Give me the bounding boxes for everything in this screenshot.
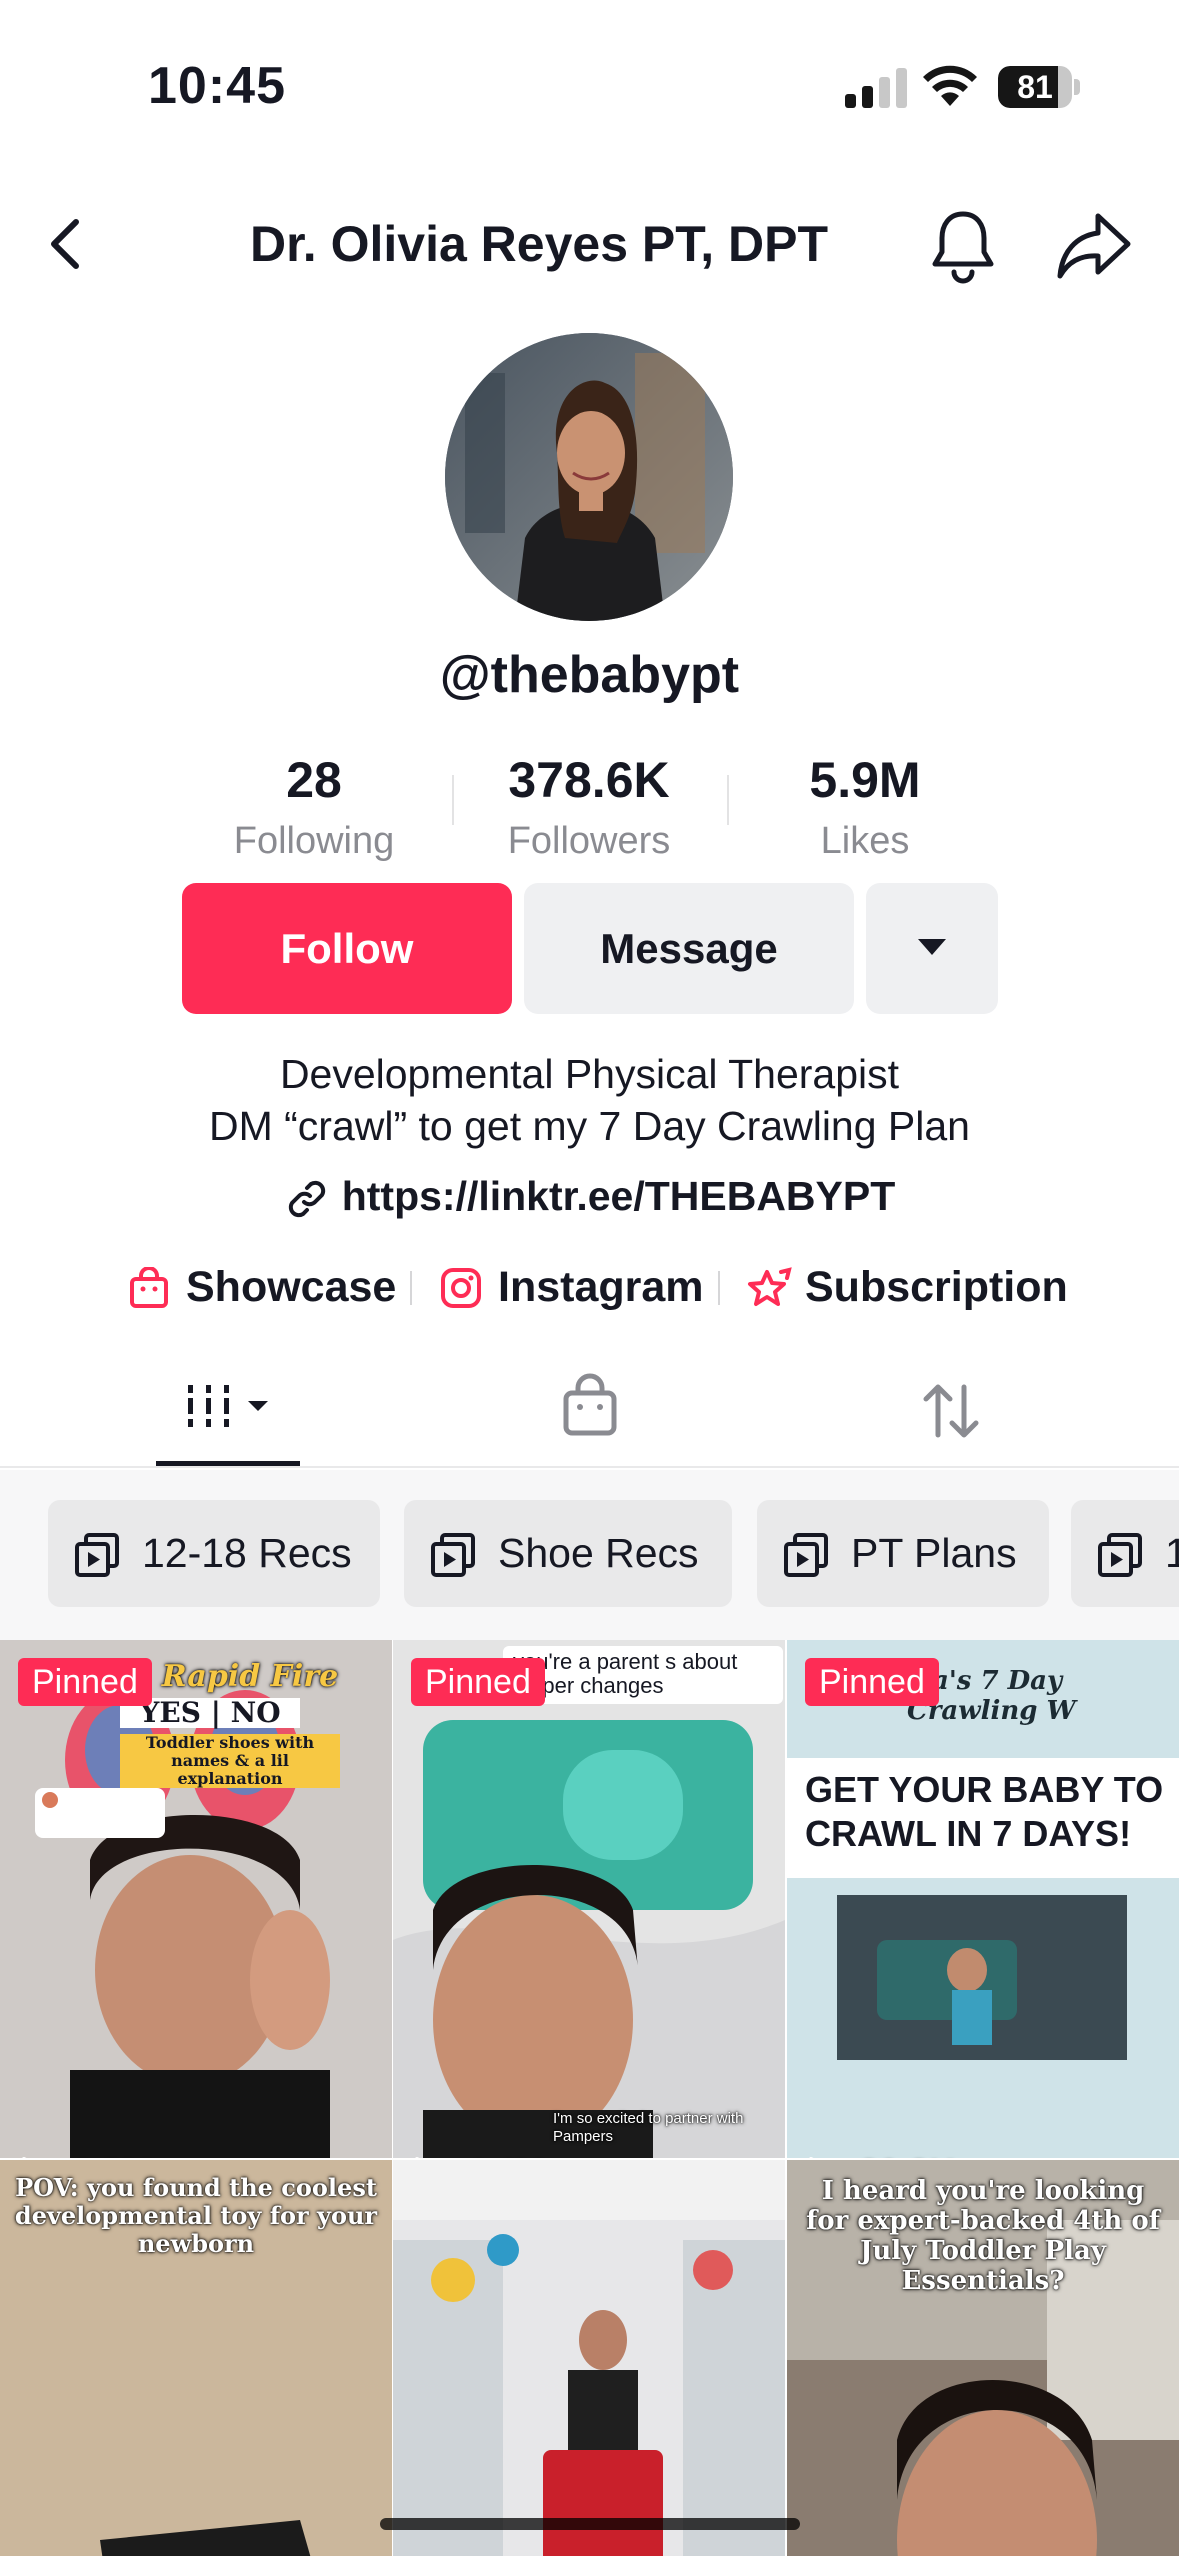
- message-button[interactable]: Message: [524, 883, 854, 1014]
- tab-reposts[interactable]: [880, 1355, 1020, 1468]
- collection-chip[interactable]: 1: [1071, 1500, 1179, 1607]
- wifi-icon: [923, 65, 977, 106]
- video-tile[interactable]: you're a parent s about diaper changes I…: [393, 1640, 785, 2158]
- avatar-photo: [445, 333, 733, 621]
- playlist-icon: [431, 1533, 475, 1577]
- stat-likes[interactable]: 5.9M Likes: [727, 745, 1003, 867]
- view-count-text: 80.8K: [859, 2148, 955, 2158]
- tile-headline: Rapid Fire: [161, 1659, 339, 1694]
- video-tile[interactable]: [393, 2160, 785, 2556]
- collections-bar: 12-18 Recs Shoe Recs PT Plans 1: [0, 1470, 1179, 1640]
- playlist-icon: [75, 1533, 119, 1577]
- social-label: Instagram: [498, 1263, 704, 1311]
- status-time: 10:45: [148, 57, 286, 115]
- stat-followers[interactable]: 378.6K Followers: [451, 745, 727, 867]
- collection-chip[interactable]: 12-18 Recs: [48, 1500, 380, 1607]
- tile-caption: GET YOUR BABY TO CRAWL IN 7 DAYS!: [805, 1769, 1164, 1854]
- bio-line: Developmental Physical Therapist: [279, 1051, 900, 1097]
- status-bar: 10:45 81: [0, 0, 1179, 170]
- shopping-bag-icon: [130, 1267, 168, 1308]
- videos-grid-icon: [188, 1385, 268, 1427]
- share-icon[interactable]: [1054, 208, 1134, 284]
- bell-icon[interactable]: [924, 206, 1002, 284]
- tile-caption: I'm so excited to partner with Pampers: [553, 2110, 744, 2145]
- video-thumbnail: [393, 2160, 785, 2556]
- page-title: Dr. Olivia Reyes PT, DPT: [250, 216, 829, 272]
- collection-label: 12-18 Recs: [142, 1530, 352, 1576]
- cellular-signal-icon: [845, 68, 907, 108]
- bio: Developmental Physical Therapist DM “cra…: [0, 1048, 1179, 1152]
- collection-chip[interactable]: Shoe Recs: [404, 1500, 732, 1607]
- shop-bag-icon: [563, 1373, 617, 1436]
- caret-down-icon: [918, 939, 946, 955]
- follow-button[interactable]: Follow: [182, 883, 512, 1014]
- subscription-star-icon: [748, 1267, 792, 1306]
- video-grid: Rapid Fire YES | NO Toddler shoes with n…: [0, 1640, 1179, 2556]
- tab-active-indicator: [156, 1461, 300, 1466]
- repost-icon: [923, 1384, 979, 1438]
- tab-shop[interactable]: [520, 1355, 660, 1468]
- profile-tabs: [0, 1355, 1179, 1468]
- stat-value: 28: [286, 752, 342, 808]
- play-icon: [415, 2157, 420, 2158]
- battery-icon: 81: [998, 66, 1080, 108]
- stat-label: Following: [233, 820, 395, 862]
- tile-caption: POV: you found the coolest developmental…: [14, 2173, 378, 2258]
- video-tile[interactable]: I heard you're looking for expert-backed…: [787, 2160, 1179, 2556]
- stat-label: Followers: [507, 820, 671, 862]
- stat-following[interactable]: 28 Following: [176, 745, 452, 867]
- video-tile[interactable]: via's 7 Day Crawling W GET YOUR BABY TO …: [787, 1640, 1179, 2158]
- bio-line: DM “crawl” to get my 7 Day Crawling Plan: [209, 1103, 970, 1149]
- video-tile[interactable]: Rapid Fire YES | NO Toddler shoes with n…: [0, 1640, 392, 2158]
- playlist-icon: [784, 1533, 828, 1577]
- collection-label: 1: [1165, 1530, 1179, 1576]
- home-indicator[interactable]: [380, 2518, 800, 2530]
- view-count-text: 4.4M: [465, 2148, 545, 2158]
- more-options-button[interactable]: [866, 883, 998, 1014]
- avatar[interactable]: [445, 333, 733, 621]
- stat-value: 5.9M: [809, 752, 921, 808]
- playlist-icon: [1098, 1533, 1142, 1577]
- collection-label: Shoe Recs: [498, 1530, 699, 1576]
- collection-label: PT Plans: [851, 1530, 1017, 1576]
- tile-headline: you're a parent s about diaper changes: [513, 1649, 738, 1698]
- social-links: Showcase Instagram Subscription: [0, 1255, 1179, 1319]
- tile-caption: I heard you're looking for expert-backed…: [806, 2176, 1160, 2296]
- profile-header: Dr. Olivia Reyes PT, DPT: [0, 190, 1179, 300]
- pinned-badge: Pinned: [18, 1658, 152, 1706]
- social-label: Subscription: [805, 1263, 1068, 1311]
- stat-value: 378.6K: [508, 752, 670, 808]
- divider: [718, 1271, 720, 1305]
- video-tile[interactable]: POV: you found the coolest developmental…: [0, 2160, 392, 2556]
- pinned-badge: Pinned: [411, 1658, 545, 1706]
- social-label: Showcase: [186, 1263, 397, 1311]
- divider: [410, 1271, 412, 1305]
- play-icon: [809, 2157, 814, 2158]
- collection-chip[interactable]: PT Plans: [757, 1500, 1049, 1607]
- link-text: https://linktr.ee/THEBABYPT: [341, 1173, 896, 1219]
- tile-caption: Toddler shoes with names & a lil explana…: [120, 1734, 340, 1788]
- bio-link[interactable]: https://linktr.ee/THEBABYPT: [0, 1166, 1179, 1226]
- tab-videos[interactable]: [156, 1355, 300, 1468]
- back-icon[interactable]: [36, 212, 100, 276]
- video-thumbnail: [393, 1640, 785, 2158]
- view-count-text: 1.9M: [72, 2148, 152, 2158]
- profile-stats: 28 Following 378.6K Followers 5.9M Likes: [0, 745, 1179, 865]
- stat-label: Likes: [820, 820, 910, 862]
- battery-level: 81: [1017, 69, 1053, 105]
- play-icon: [22, 2157, 27, 2158]
- username: @thebabypt: [439, 646, 740, 704]
- tile-headline: via's 7 Day Crawling W: [907, 1666, 1076, 1726]
- instagram-icon: [441, 1268, 481, 1308]
- pinned-badge: Pinned: [805, 1658, 939, 1706]
- link-icon: [288, 1181, 325, 1218]
